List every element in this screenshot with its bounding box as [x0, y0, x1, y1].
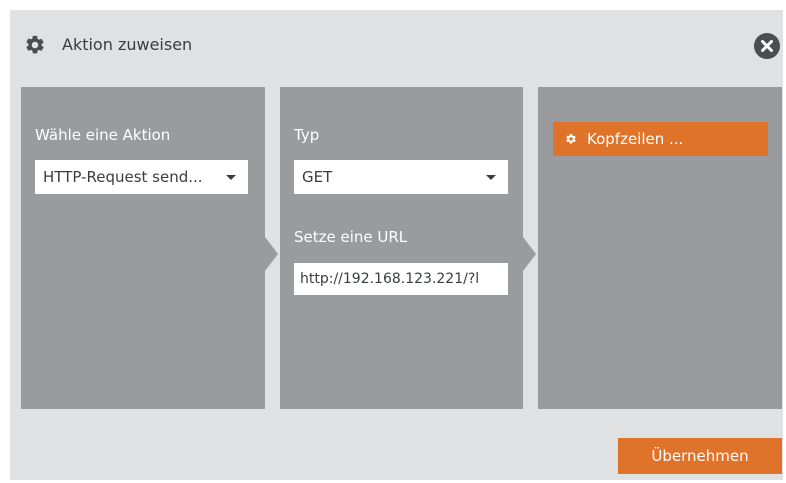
panel-arrow	[265, 237, 278, 271]
assign-action-dialog: Aktion zuweisen Wähle eine Aktion HTTP-R…	[10, 10, 783, 480]
type-select-value: GET	[302, 168, 333, 186]
type-select[interactable]: GET	[294, 160, 508, 194]
action-select-value: HTTP-Request send...	[43, 168, 203, 186]
choose-action-panel: Wähle eine Aktion HTTP-Request send...	[21, 87, 278, 409]
action-select[interactable]: HTTP-Request send...	[35, 160, 248, 194]
type-label: Typ	[294, 126, 320, 144]
panel-arrow	[523, 237, 536, 271]
dialog-title: Aktion zuweisen	[62, 35, 193, 54]
request-config-panel: Typ GET Setze eine URL http://192.168.12…	[280, 87, 536, 409]
chevron-down-icon	[226, 175, 236, 180]
url-label: Setze eine URL	[294, 228, 408, 246]
chevron-down-icon	[486, 175, 496, 180]
close-icon	[761, 40, 773, 52]
headers-panel: Kopfzeilen ...	[538, 87, 782, 409]
choose-action-label: Wähle eine Aktion	[35, 126, 171, 144]
gear-icon	[26, 35, 44, 54]
url-input[interactable]: http://192.168.123.221/?l	[294, 263, 508, 295]
apply-button[interactable]: Übernehmen	[618, 438, 782, 474]
headers-button[interactable]: Kopfzeilen ...	[553, 122, 768, 156]
gear-icon	[566, 133, 576, 144]
close-button[interactable]	[754, 33, 780, 59]
headers-button-label: Kopfzeilen ...	[587, 130, 684, 148]
